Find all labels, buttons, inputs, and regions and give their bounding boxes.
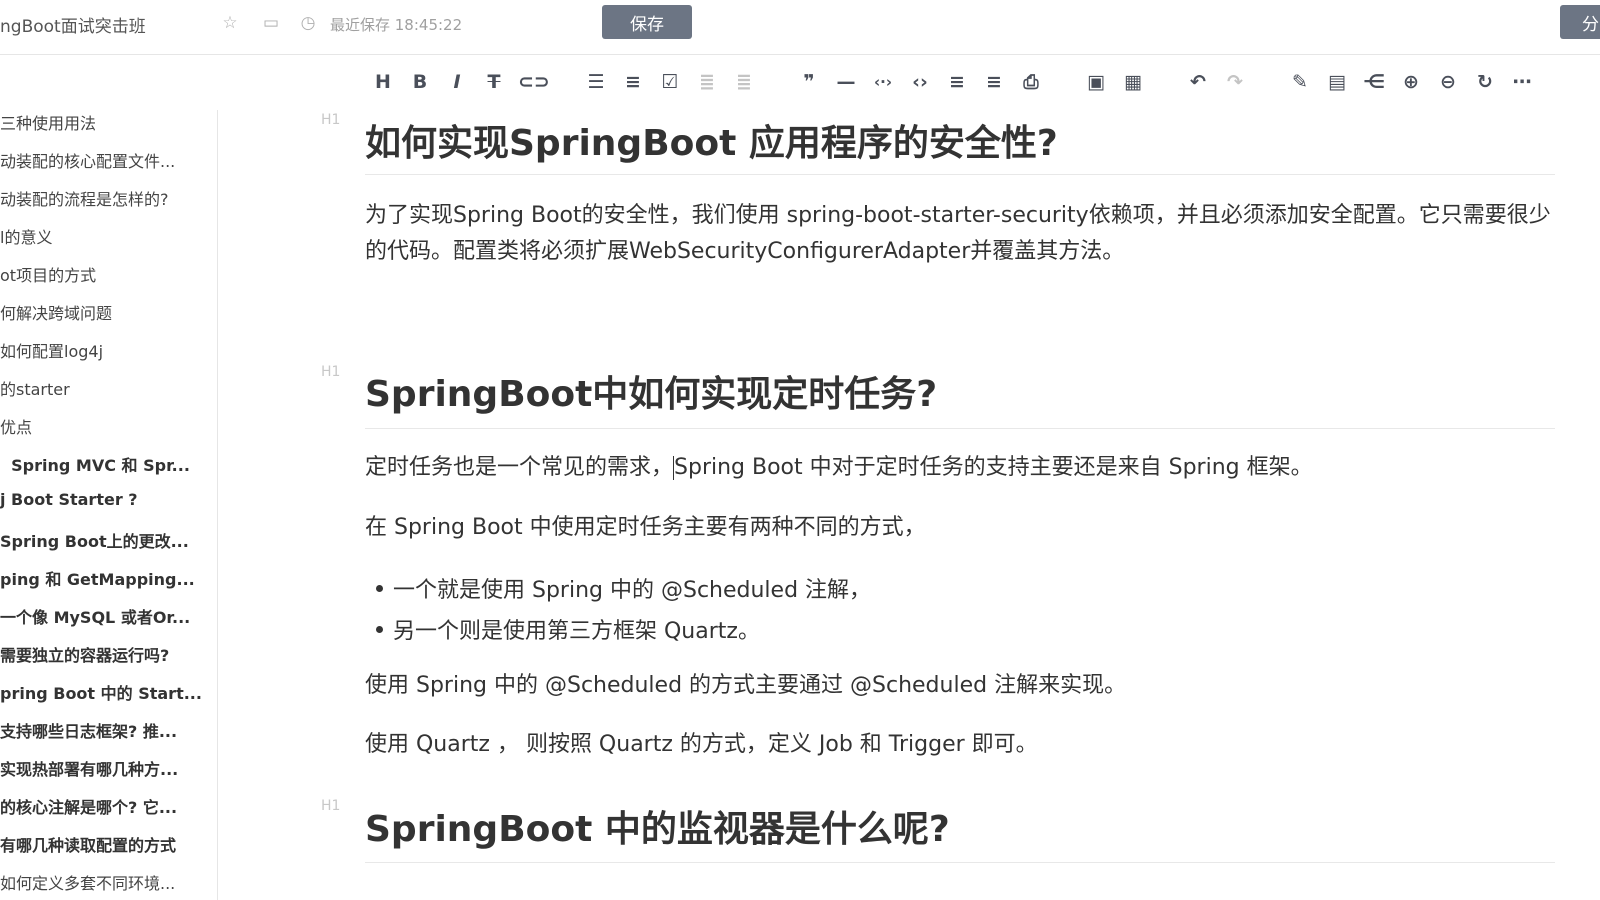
h1-marker: H1 — [321, 112, 341, 128]
insert-after-icon[interactable]: ≡ — [981, 69, 1007, 95]
outline-icon[interactable]: ▤ — [1324, 69, 1350, 95]
share-button[interactable]: 分 — [1560, 5, 1600, 39]
heading-divider — [365, 862, 1555, 863]
toc-item[interactable]: 有哪几种读取配置的方式 — [0, 832, 210, 856]
paragraph[interactable]: 使用 Quartz ， 则按照 Quartz 的方式，定义 Job 和 Trig… — [365, 727, 1555, 763]
image-icon[interactable]: ▣ — [1083, 69, 1109, 95]
task-list-icon[interactable]: ☑ — [657, 69, 683, 95]
code-block-icon[interactable]: ‹› — [907, 69, 933, 95]
bullet-dot — [376, 626, 383, 633]
save-button[interactable]: 保存 — [602, 5, 692, 39]
zoom-out-icon[interactable]: ⊖ — [1435, 69, 1461, 95]
toc-item[interactable]: 一个像 MySQL 或者Or... — [0, 604, 210, 628]
toc-item[interactable]: ot项目的方式 — [0, 262, 210, 286]
folder-icon[interactable]: ▭ — [261, 13, 281, 33]
toc-item[interactable]: 支持哪些日志框架? 推... — [0, 718, 210, 742]
section-heading[interactable]: SpringBoot中如何实现定时任务? — [365, 365, 937, 417]
toc-item[interactable]: 的核心注解是哪个? 它... — [0, 794, 210, 818]
paragraph[interactable]: 为了实现Spring Boot的安全性，我们使用 spring-boot-sta… — [365, 198, 1555, 270]
toc-item[interactable]: 的starter — [0, 376, 210, 400]
redo-icon[interactable]: ↷ — [1222, 69, 1248, 95]
bullet-dot — [376, 585, 383, 592]
more-icon[interactable]: ⋯ — [1509, 69, 1535, 95]
h1-marker: H1 — [321, 798, 341, 814]
horizontal-rule-icon[interactable]: — — [833, 69, 859, 95]
strikethrough-icon[interactable]: T — [481, 69, 507, 95]
toc-item[interactable]: 实现热部署有哪几种方... — [0, 756, 210, 780]
zoom-in-icon[interactable]: ⊕ — [1398, 69, 1424, 95]
paragraph[interactable]: 在 Spring Boot 中使用定时任务主要有两种不同的方式， — [365, 510, 1555, 546]
bullet-list-icon[interactable]: ☰ — [583, 69, 609, 95]
toc-item[interactable]: 三种使用用法 — [0, 110, 210, 134]
clock-icon: ◷ — [300, 13, 316, 33]
list-item[interactable]: 一个就是使用 Spring 中的 @Scheduled 注解， — [393, 572, 871, 604]
section-heading[interactable]: SpringBoot 中的监视器是什么呢? — [365, 800, 950, 852]
toc-item[interactable]: 动装配的流程是怎样的? — [0, 186, 210, 210]
toc-item[interactable]: pring Boot 中的 Start... — [0, 680, 210, 704]
toc-item[interactable]: 动装配的核心配置文件... — [0, 148, 210, 172]
heading-icon[interactable]: H — [370, 69, 396, 95]
bold-icon[interactable]: B — [407, 69, 433, 95]
insert-before-icon[interactable]: ≡ — [944, 69, 970, 95]
h1-marker: H1 — [321, 364, 341, 380]
mindmap-icon[interactable]: ⋲ — [1361, 69, 1387, 95]
list-item[interactable]: 另一个则是使用第三方框架 Quartz。 — [393, 613, 760, 645]
toc-item[interactable]: j Boot Starter ? — [0, 490, 210, 509]
heading-divider — [365, 428, 1555, 429]
toc-item[interactable]: l的意义 — [0, 224, 210, 248]
outdent-icon[interactable]: ≣ — [731, 69, 757, 95]
toc-sidebar: 三种使用用法 动装配的核心配置文件... 动装配的流程是怎样的? l的意义 ot… — [0, 110, 218, 900]
toc-item[interactable]: Spring MVC 和 Spr... — [0, 452, 210, 476]
toc-item[interactable]: Spring Boot上的更改... — [0, 528, 210, 552]
italic-icon[interactable]: I — [444, 69, 470, 95]
paragraph[interactable]: 使用 Spring 中的 @Scheduled 的方式主要通过 @Schedul… — [365, 668, 1555, 704]
heading-divider — [365, 174, 1555, 175]
toc-item[interactable]: 如何配置log4j — [0, 338, 210, 362]
top-bar: ngBoot面试突击班 ☆ ▭ ◷ 最近保存 18:45:22 保存 分 — [0, 0, 1600, 48]
edit-icon[interactable]: ✎ — [1287, 69, 1313, 95]
toc-item[interactable]: 需要独立的容器运行吗? — [0, 642, 210, 666]
quote-icon[interactable]: ❞ — [796, 69, 822, 95]
print-icon[interactable]: ⎙ — [1018, 69, 1044, 95]
editor-toolbar: H B I T ⊂⊃ ☰ ≡ ☑ ≣ ≣ ❞ — ‹·› ‹› ≡ ≡ ⎙ ▣ … — [0, 54, 1600, 112]
table-icon[interactable]: ▦ — [1120, 69, 1146, 95]
link-icon[interactable]: ⊂⊃ — [518, 69, 550, 95]
paragraph-text: Spring Boot 中对于定时任务的支持主要还是来自 Spring 框架。 — [674, 455, 1313, 480]
paragraph-text: 定时任务也是一个常见的需求， — [365, 455, 674, 480]
save-status: 最近保存 18:45:22 — [330, 16, 463, 34]
toc-item[interactable]: 优点 — [0, 414, 210, 438]
toc-item[interactable]: 何解决跨域问题 — [0, 300, 210, 324]
toc-item[interactable]: ping 和 GetMapping... — [0, 566, 210, 590]
inline-code-icon[interactable]: ‹·› — [870, 69, 896, 95]
paragraph[interactable]: 定时任务也是一个常见的需求，Spring Boot 中对于定时任务的支持主要还是… — [365, 450, 1555, 486]
toc-item[interactable]: 如何定义多套不同环境... — [0, 870, 210, 894]
document-title[interactable]: ngBoot面试突击班 — [0, 12, 146, 37]
numbered-list-icon[interactable]: ≡ — [620, 69, 646, 95]
section-heading[interactable]: 如何实现SpringBoot 应用程序的安全性? — [365, 114, 1058, 166]
undo-icon[interactable]: ↶ — [1185, 69, 1211, 95]
indent-icon[interactable]: ≣ — [694, 69, 720, 95]
refresh-icon[interactable]: ↻ — [1472, 69, 1498, 95]
star-icon[interactable]: ☆ — [220, 13, 240, 33]
editor-content[interactable]: H1 如何实现SpringBoot 应用程序的安全性? 为了实现Spring B… — [218, 110, 1600, 900]
